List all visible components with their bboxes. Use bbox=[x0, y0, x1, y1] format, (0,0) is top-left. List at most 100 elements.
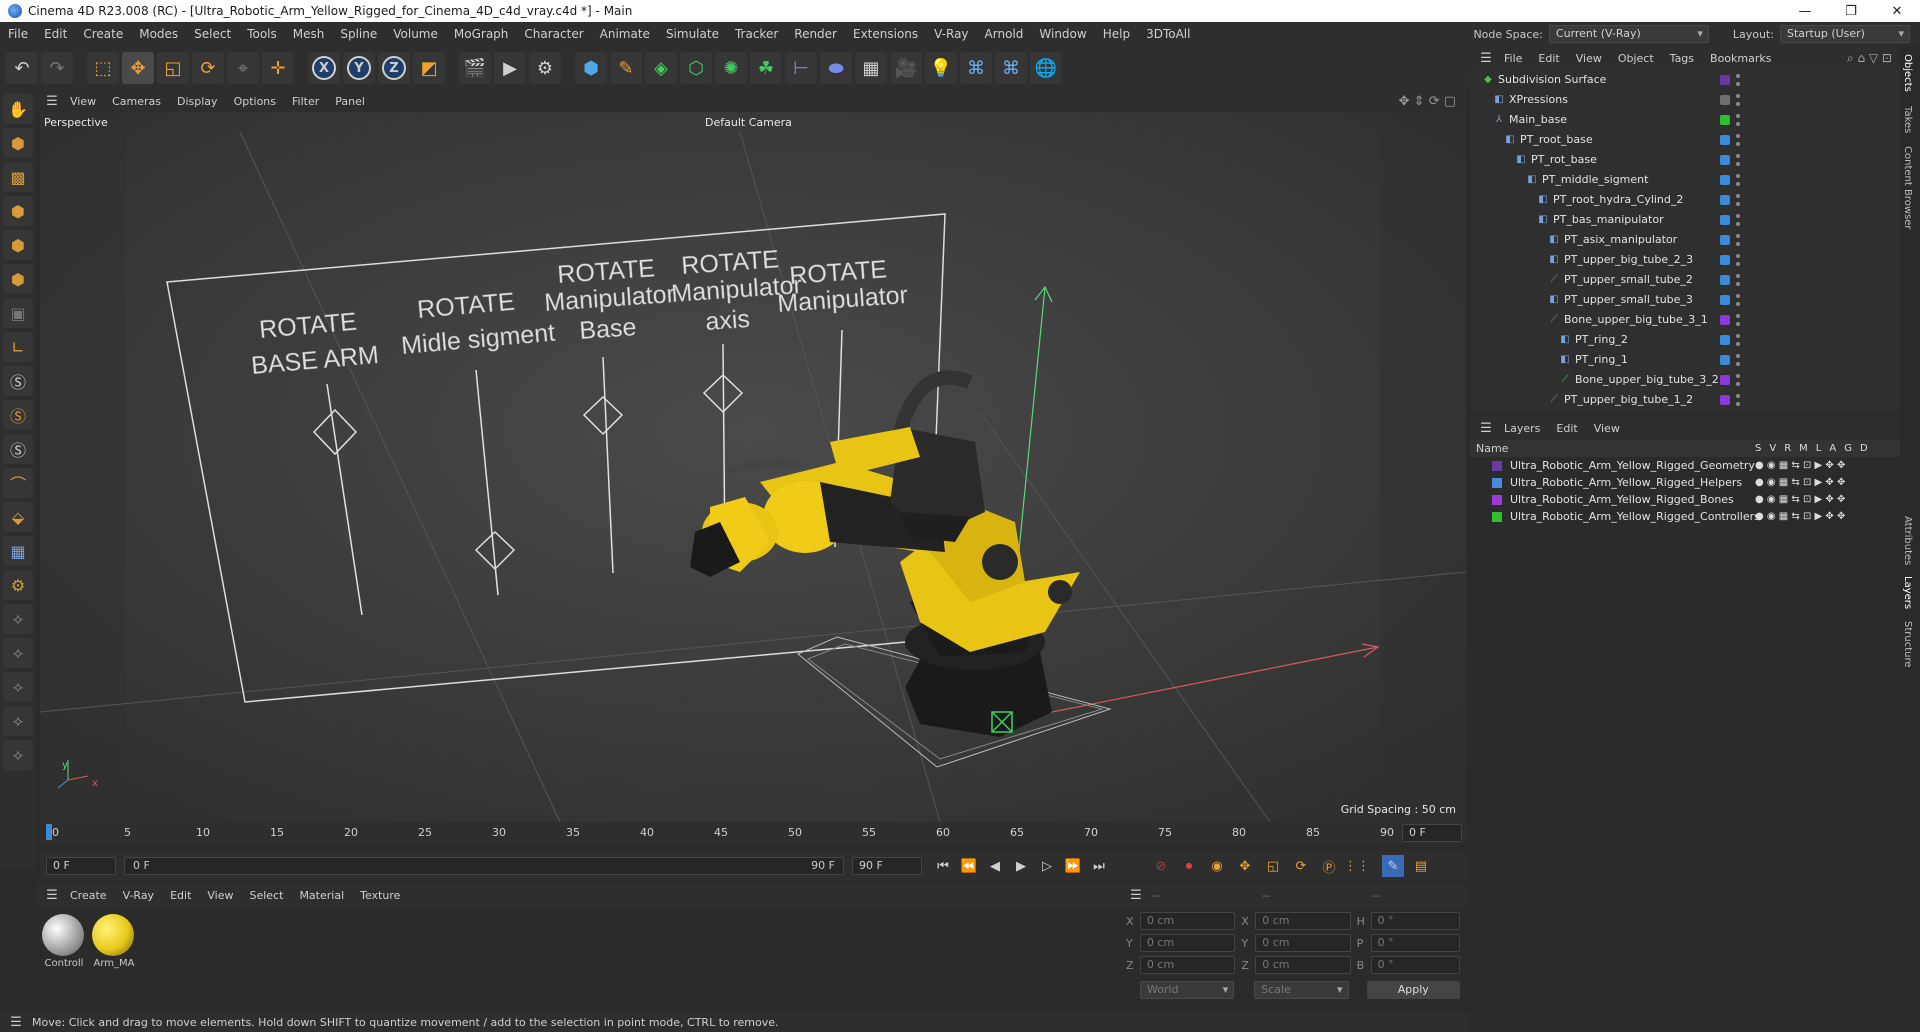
object-layer-color[interactable] bbox=[1720, 133, 1740, 146]
object-row[interactable]: ◧ PT_upper_big_tube_2_3 bbox=[1470, 250, 1900, 270]
lock-workplane-icon[interactable]: ⚙ bbox=[3, 570, 33, 600]
visibility-dots-icon[interactable] bbox=[1736, 353, 1740, 366]
visibility-dots-icon[interactable] bbox=[1736, 313, 1740, 326]
menu-tools[interactable]: Tools bbox=[239, 22, 285, 46]
object-layer-color[interactable] bbox=[1720, 73, 1740, 86]
layer-row[interactable]: Ultra_Robotic_Arm_Yellow_Rigged_Geometry… bbox=[1470, 457, 1900, 474]
object-row[interactable]: ◧ PT_upper_small_tube_3 bbox=[1470, 290, 1900, 310]
autokey-icon[interactable]: ◉ bbox=[1206, 855, 1228, 877]
snap-icon[interactable]: Ⓢ bbox=[3, 366, 33, 396]
layer-flag-icons[interactable]: ● ◉ ▦ ⇆ ⊡ ▶ ✥ ✥ bbox=[1755, 477, 1845, 488]
visibility-dots-icon[interactable] bbox=[1736, 333, 1740, 346]
layers-hamburger-icon[interactable]: ☰ bbox=[1476, 417, 1496, 439]
object-row[interactable]: ⟋ Bone_upper_big_tube_3_1 bbox=[1470, 310, 1900, 330]
object-row[interactable]: ◧ PT_ring_2 bbox=[1470, 330, 1900, 350]
object-layer-color[interactable] bbox=[1720, 193, 1740, 206]
layer-flag-icons[interactable]: ● ◉ ▦ ⇆ ⊡ ▶ ✥ ✥ bbox=[1755, 460, 1845, 471]
key-grid-icon[interactable]: ⋮⋮ bbox=[1344, 855, 1370, 877]
objects-search-icon[interactable]: ⌕ ⌂ ▽ ⊡ bbox=[1847, 51, 1900, 66]
vp-menu-view[interactable]: View bbox=[62, 95, 104, 108]
visibility-dots-icon[interactable] bbox=[1736, 153, 1740, 166]
object-layer-color[interactable] bbox=[1720, 373, 1740, 386]
rot-b-field[interactable]: 0 ° bbox=[1370, 956, 1461, 974]
visibility-dots-icon[interactable] bbox=[1736, 213, 1740, 226]
start-frame-field[interactable]: 0 F bbox=[46, 857, 116, 875]
object-row[interactable]: ◧ PT_ring_1 bbox=[1470, 350, 1900, 370]
vp-menu-filter[interactable]: Filter bbox=[284, 95, 327, 108]
key-move-icon[interactable]: ✥ bbox=[1234, 855, 1256, 877]
cloner-icon[interactable]: ✺ bbox=[715, 52, 747, 84]
visibility-dots-icon[interactable] bbox=[1736, 133, 1740, 146]
vp-menu-options[interactable]: Options bbox=[226, 95, 284, 108]
menu-window[interactable]: Window bbox=[1031, 22, 1094, 46]
polygons-mode-icon[interactable]: ⬢ bbox=[3, 264, 33, 294]
visibility-dots-icon[interactable] bbox=[1736, 193, 1740, 206]
mat-menu-material[interactable]: Material bbox=[291, 889, 352, 902]
obj-menu-bookmarks[interactable]: Bookmarks bbox=[1702, 52, 1779, 65]
object-row[interactable]: ◧ PT_root_base bbox=[1470, 130, 1900, 150]
vp-menu-panel[interactable]: Panel bbox=[327, 95, 373, 108]
x-axis-lock-icon[interactable]: X bbox=[308, 52, 340, 84]
key-scale-icon[interactable]: ◱ bbox=[1262, 855, 1284, 877]
bevel-icon[interactable]: ⟡ bbox=[3, 740, 33, 770]
material-swatch-arm[interactable]: Arm_MA bbox=[92, 914, 136, 969]
texture-mode-icon[interactable]: ▩ bbox=[3, 162, 33, 192]
recent-tool-icon[interactable]: ⌖ bbox=[227, 52, 259, 84]
record-icon[interactable]: ⏺ bbox=[1178, 855, 1200, 877]
next-key-icon[interactable]: ⏩ bbox=[1062, 855, 1084, 877]
mat-menu-view[interactable]: View bbox=[199, 889, 241, 902]
size-y-field[interactable]: 0 cm bbox=[1255, 934, 1351, 952]
tab-content-browser[interactable]: Content Browser bbox=[1902, 146, 1913, 229]
layer-menu-layers[interactable]: Layers bbox=[1496, 422, 1548, 435]
layer-color-swatch[interactable] bbox=[1492, 477, 1502, 488]
motion-icon[interactable]: ✎ bbox=[1382, 855, 1404, 877]
brush-icon[interactable]: ⟡ bbox=[3, 672, 33, 702]
python-icon[interactable]: ⌘ bbox=[960, 52, 992, 84]
visibility-dots-icon[interactable] bbox=[1736, 93, 1740, 106]
timeline-ruler[interactable]: 0 5 10 15 20 25 30 35 40 45 50 55 60 65 … bbox=[40, 822, 1466, 844]
visibility-dots-icon[interactable] bbox=[1736, 73, 1740, 86]
tab-takes[interactable]: Takes bbox=[1902, 106, 1913, 133]
layer-menu-view[interactable]: View bbox=[1586, 422, 1628, 435]
current-frame-field[interactable]: 0 F bbox=[1402, 824, 1462, 842]
object-row[interactable]: ⟋ PT_upper_small_tube_2 bbox=[1470, 270, 1900, 290]
minimize-button[interactable]: — bbox=[1782, 0, 1828, 22]
layer-color-swatch[interactable] bbox=[1492, 494, 1502, 505]
object-layer-color[interactable] bbox=[1720, 233, 1740, 246]
vp-menu-display[interactable]: Display bbox=[169, 95, 226, 108]
obj-menu-file[interactable]: File bbox=[1496, 52, 1530, 65]
light-icon[interactable]: 💡 bbox=[925, 52, 957, 84]
obj-menu-object[interactable]: Object bbox=[1610, 52, 1662, 65]
mat-menu-vray[interactable]: V-Ray bbox=[115, 889, 163, 902]
object-layer-color[interactable] bbox=[1720, 273, 1740, 286]
key-param-icon[interactable]: Ⓟ bbox=[1318, 855, 1340, 877]
menu-mograph[interactable]: MoGraph bbox=[446, 22, 517, 46]
visibility-dots-icon[interactable] bbox=[1736, 293, 1740, 306]
object-layer-color[interactable] bbox=[1720, 113, 1740, 126]
volume-icon[interactable]: ☘ bbox=[750, 52, 782, 84]
menu-animate[interactable]: Animate bbox=[592, 22, 658, 46]
object-layer-color[interactable] bbox=[1720, 393, 1740, 406]
object-row[interactable]: ⟋ PT_upper_big_tube_1_2 bbox=[1470, 390, 1900, 410]
render-settings-icon[interactable]: ⚙ bbox=[529, 52, 561, 84]
obj-menu-edit[interactable]: Edit bbox=[1530, 52, 1567, 65]
material-swatch-controll[interactable]: Controll bbox=[42, 914, 86, 969]
prev-key-icon[interactable]: ⏪ bbox=[958, 855, 980, 877]
layer-row[interactable]: Ultra_Robotic_Arm_Yellow_Rigged_Helpers ●… bbox=[1470, 474, 1900, 491]
tab-objects[interactable]: Objects bbox=[1902, 54, 1913, 92]
timeline-panel-icon[interactable]: ▤ bbox=[1410, 855, 1432, 877]
deformer-icon[interactable]: ⊢ bbox=[785, 52, 817, 84]
paint-icon[interactable]: ⟡ bbox=[3, 638, 33, 668]
move-tool-icon[interactable]: ✥ bbox=[122, 52, 154, 84]
status-hamburger-icon[interactable]: ☰ bbox=[6, 1011, 26, 1032]
axis-mode-icon[interactable]: ∟ bbox=[3, 332, 33, 362]
visibility-dots-icon[interactable] bbox=[1736, 273, 1740, 286]
model-mode-icon[interactable]: ⬢ bbox=[3, 128, 33, 158]
menu-simulate[interactable]: Simulate bbox=[658, 22, 727, 46]
pen-spline-icon[interactable]: ✎ bbox=[610, 52, 642, 84]
vp-menu-cameras[interactable]: Cameras bbox=[104, 95, 169, 108]
tab-structure[interactable]: Structure bbox=[1902, 621, 1913, 668]
menu-character[interactable]: Character bbox=[516, 22, 591, 46]
size-z-field[interactable]: 0 cm bbox=[1255, 956, 1351, 974]
viewport-nav-icons[interactable]: ✥ ⇕ ⟳ ▢ bbox=[1399, 94, 1466, 109]
